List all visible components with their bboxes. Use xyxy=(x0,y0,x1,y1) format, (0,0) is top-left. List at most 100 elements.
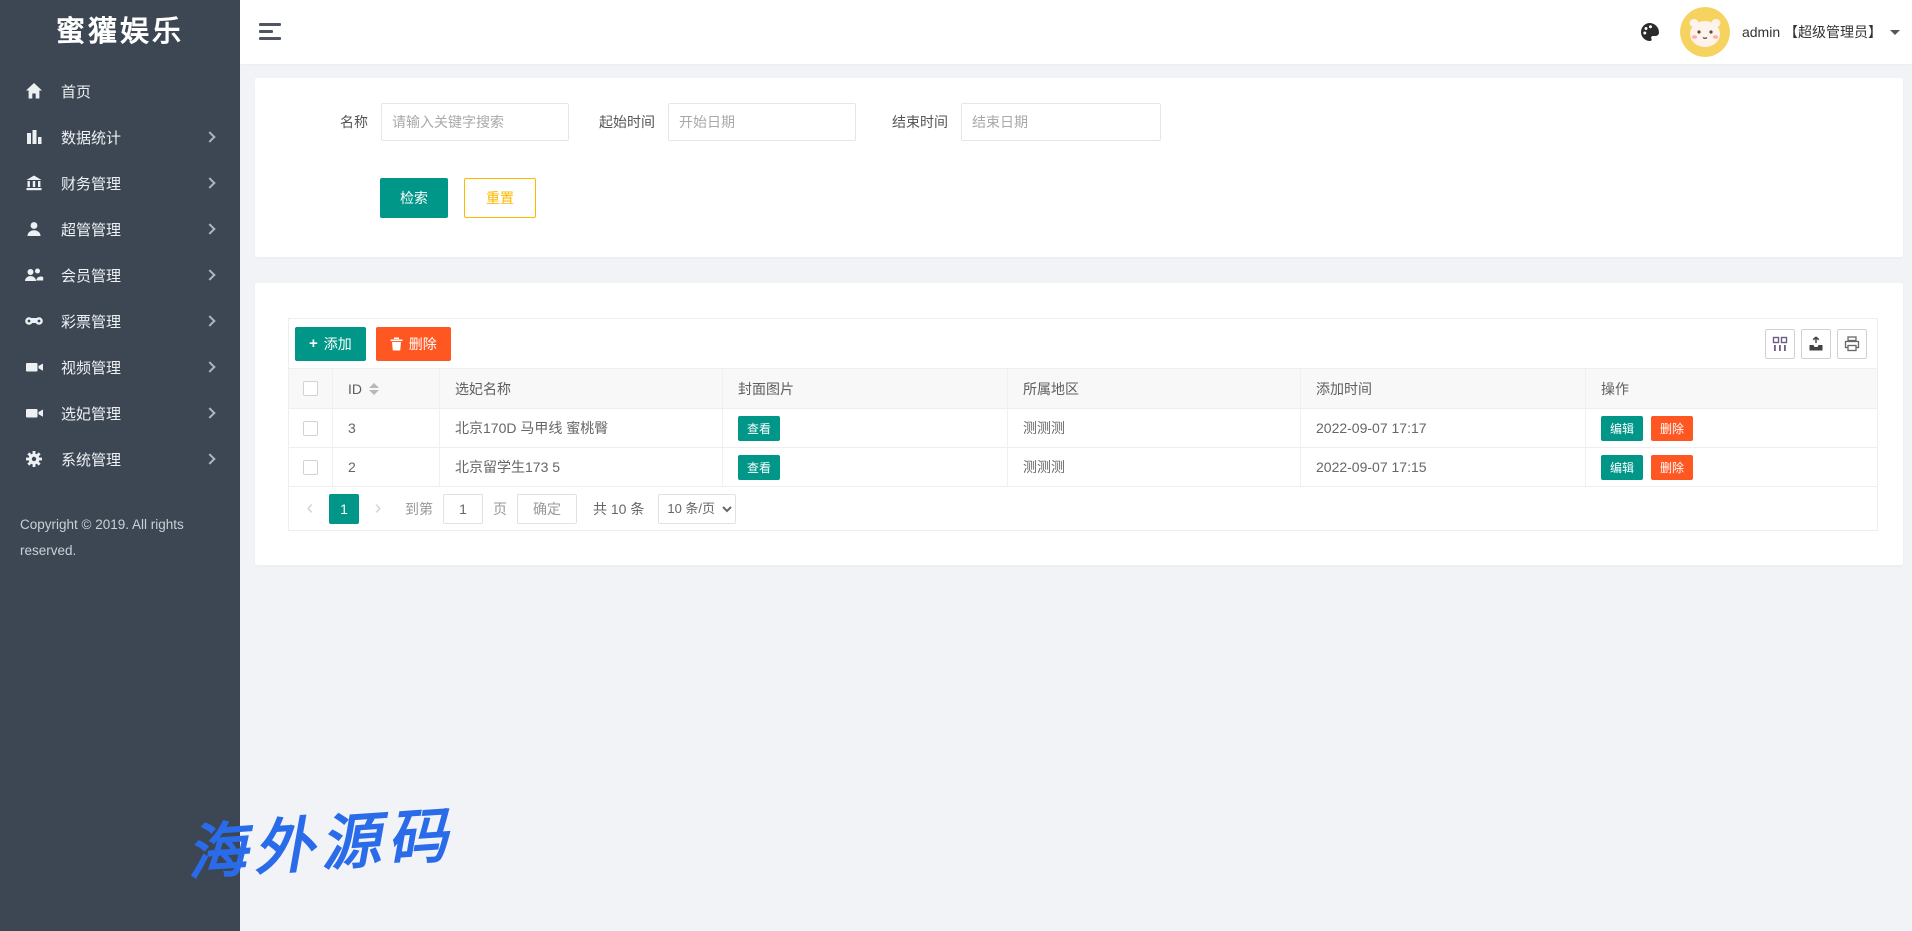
columns-icon[interactable] xyxy=(1765,329,1795,359)
cell-time: 2022-09-07 17:15 xyxy=(1301,448,1586,486)
chevron-right-icon xyxy=(204,361,215,372)
sidebar-item-home[interactable]: 首页 xyxy=(0,68,240,114)
sidebar-item-finance[interactable]: 财务管理 xyxy=(0,160,240,206)
sidebar-item-lottery[interactable]: 彩票管理 xyxy=(0,298,240,344)
chevron-right-icon xyxy=(204,407,215,418)
avatar[interactable] xyxy=(1680,7,1730,57)
end-date-input[interactable] xyxy=(961,103,1161,141)
menu-toggle-icon[interactable] xyxy=(259,23,281,40)
sidebar-item-label: 选妃管理 xyxy=(61,403,121,424)
select-all-checkbox[interactable] xyxy=(303,381,318,396)
column-header-name: 选妃名称 xyxy=(440,369,723,408)
header-right: admin 【超级管理员】 xyxy=(1638,0,1900,64)
row-checkbox[interactable] xyxy=(303,421,318,436)
search-form-row: 名称 起始时间 结束时间 xyxy=(340,103,1161,141)
chevron-right-icon xyxy=(204,223,215,234)
view-button[interactable]: 查看 xyxy=(738,455,780,480)
table-panel: + 添加 删除 xyxy=(255,283,1903,565)
users-icon xyxy=(24,265,44,285)
video-icon xyxy=(24,403,44,423)
gamepad-icon xyxy=(24,311,44,331)
chevron-right-icon xyxy=(204,177,215,188)
sidebar-item-label: 财务管理 xyxy=(61,173,121,194)
sidebar-item-members[interactable]: 会员管理 xyxy=(0,252,240,298)
sidebar-item-label: 视频管理 xyxy=(61,357,121,378)
app-logo: 蜜獾娱乐 xyxy=(0,0,240,64)
sidebar-item-label: 首页 xyxy=(61,81,91,102)
goto-confirm-button[interactable]: 确定 xyxy=(517,494,577,524)
home-icon xyxy=(24,81,44,101)
cell-id: 3 xyxy=(333,409,440,447)
next-page-icon[interactable]: › xyxy=(363,494,393,524)
name-label: 名称 xyxy=(340,112,368,132)
sidebar-item-system[interactable]: 系统管理 xyxy=(0,436,240,482)
current-page-button[interactable]: 1 xyxy=(329,494,359,524)
sidebar-item-videos[interactable]: 视频管理 xyxy=(0,344,240,390)
page-size-select[interactable]: 10 条/页 xyxy=(658,494,736,524)
table-header-row: ID 选妃名称 封面图片 所属地区 添加时间 操作 xyxy=(289,368,1877,408)
sidebar-item-superadmin[interactable]: 超管管理 xyxy=(0,206,240,252)
user-menu[interactable]: admin 【超级管理员】 xyxy=(1742,22,1900,42)
sidebar-item-girls[interactable]: 选妃管理 xyxy=(0,390,240,436)
cell-name: 北京留学生173 5 xyxy=(440,448,723,486)
edit-button[interactable]: 编辑 xyxy=(1601,416,1643,441)
view-button[interactable]: 查看 xyxy=(738,416,780,441)
start-date-input[interactable] xyxy=(668,103,856,141)
search-buttons: 检索 重置 xyxy=(380,178,536,218)
page-unit-label: 页 xyxy=(493,499,507,519)
chevron-right-icon xyxy=(204,315,215,326)
end-time-label: 结束时间 xyxy=(892,112,948,132)
trash-icon xyxy=(390,337,403,351)
column-header-cover: 封面图片 xyxy=(723,369,1008,408)
header-checkbox-cell xyxy=(289,369,333,408)
table-toolbar: + 添加 删除 xyxy=(289,319,1877,368)
bank-icon xyxy=(24,173,44,193)
row-delete-button[interactable]: 删除 xyxy=(1651,455,1693,480)
sidebar: 蜜獾娱乐 首页 数据统计 财务管理 超管管理 xyxy=(0,0,240,931)
cell-time: 2022-09-07 17:17 xyxy=(1301,409,1586,447)
column-header-id[interactable]: ID xyxy=(333,369,440,408)
table-row: 2 北京留学生173 5 查看 测测测 2022-09-07 17:15 编辑 … xyxy=(289,447,1877,486)
sidebar-item-label: 彩票管理 xyxy=(61,311,121,332)
reset-button[interactable]: 重置 xyxy=(464,178,536,218)
user-icon xyxy=(24,219,44,239)
palette-icon[interactable] xyxy=(1638,20,1662,44)
copyright-text: Copyright © 2019. All rights reserved. xyxy=(0,512,220,564)
export-icon[interactable] xyxy=(1801,329,1831,359)
add-button[interactable]: + 添加 xyxy=(295,327,366,361)
table-row: 3 北京170D 马甲线 蜜桃臀 查看 测测测 2022-09-07 17:17… xyxy=(289,408,1877,447)
chart-icon xyxy=(24,127,44,147)
delete-button[interactable]: 删除 xyxy=(376,327,451,361)
sidebar-item-label: 会员管理 xyxy=(61,265,121,286)
table-container: + 添加 删除 xyxy=(288,318,1878,531)
row-checkbox[interactable] xyxy=(303,460,318,475)
name-search-input[interactable] xyxy=(381,103,569,141)
cell-region: 测测测 xyxy=(1008,409,1301,447)
print-icon[interactable] xyxy=(1837,329,1867,359)
column-header-region: 所属地区 xyxy=(1008,369,1301,408)
video-icon xyxy=(24,357,44,377)
sidebar-menu: 首页 数据统计 财务管理 超管管理 会 xyxy=(0,64,240,482)
chevron-right-icon xyxy=(204,453,215,464)
top-header: admin 【超级管理员】 xyxy=(240,0,1912,64)
goto-page-input[interactable] xyxy=(443,494,483,524)
gear-icon xyxy=(24,449,44,469)
prev-page-icon[interactable]: ‹ xyxy=(295,494,325,524)
total-count-label: 共 10 条 xyxy=(593,499,644,519)
sidebar-item-label: 数据统计 xyxy=(61,127,121,148)
search-button[interactable]: 检索 xyxy=(380,178,448,218)
edit-button[interactable]: 编辑 xyxy=(1601,455,1643,480)
chevron-down-icon xyxy=(1890,30,1900,35)
cell-region: 测测测 xyxy=(1008,448,1301,486)
sort-icon[interactable] xyxy=(369,383,379,395)
column-header-actions: 操作 xyxy=(1586,369,1877,408)
sidebar-item-stats[interactable]: 数据统计 xyxy=(0,114,240,160)
start-time-label: 起始时间 xyxy=(599,112,655,132)
chevron-right-icon xyxy=(204,131,215,142)
row-delete-button[interactable]: 删除 xyxy=(1651,416,1693,441)
sidebar-item-label: 超管管理 xyxy=(61,219,121,240)
cell-id: 2 xyxy=(333,448,440,486)
column-header-time: 添加时间 xyxy=(1301,369,1586,408)
user-name-label: admin 【超级管理员】 xyxy=(1742,22,1882,42)
sidebar-item-label: 系统管理 xyxy=(61,449,121,470)
